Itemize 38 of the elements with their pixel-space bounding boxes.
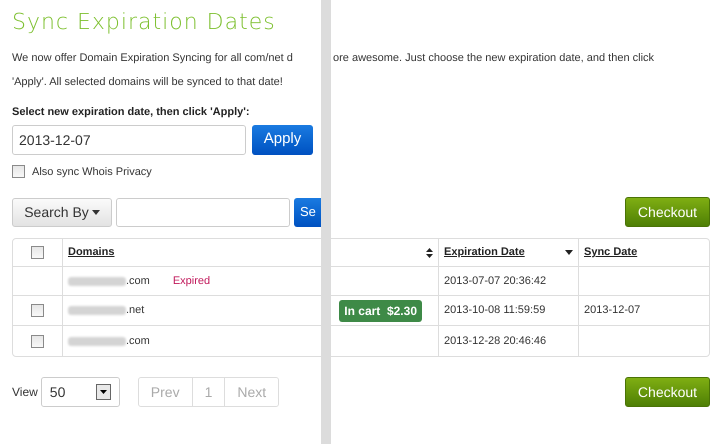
blurred-text bbox=[68, 306, 126, 315]
checkbox[interactable] bbox=[31, 246, 44, 259]
view-label: View bbox=[12, 384, 38, 401]
apply-button[interactable]: Apply bbox=[252, 124, 313, 154]
page-title: Sync Expiration Dates bbox=[12, 9, 277, 37]
column-header[interactable]: Expiration Date bbox=[444, 244, 525, 261]
sort-icon[interactable] bbox=[426, 248, 433, 258]
view-select[interactable]: 50 bbox=[40, 377, 120, 407]
date-label: Select new expiration date, then click 'Apply': bbox=[12, 105, 251, 120]
column-header[interactable]: Sync Date bbox=[584, 244, 638, 261]
blurred-text bbox=[68, 336, 126, 346]
checkout-button[interactable]: Checkout bbox=[625, 197, 710, 227]
intro-text: We now offer Domain Expiration Syncing for all com/net d bbox=[12, 51, 294, 66]
checkbox[interactable] bbox=[31, 304, 44, 317]
table-cell-text: 2013-12-28 20:46:46 bbox=[444, 334, 546, 349]
table-cell-text: 2013-10-08 11:59:59 bbox=[444, 303, 546, 318]
table-cell-text: 2013-12-07 bbox=[584, 303, 640, 318]
checkbox[interactable] bbox=[31, 334, 44, 348]
date-field[interactable]: 2013-12-07 bbox=[12, 124, 246, 154]
search-field[interactable] bbox=[116, 198, 290, 226]
caret-icon bbox=[92, 210, 100, 214]
search-button[interactable]: Se bbox=[294, 198, 321, 226]
intro-text: ore awesome. Just choose the new expiration date, and then click bbox=[333, 51, 654, 66]
sort-down-icon[interactable] bbox=[565, 250, 573, 255]
dropdown-icon[interactable] bbox=[96, 384, 111, 400]
search-by-dropdown[interactable]: Search By bbox=[12, 198, 112, 226]
status-label: Expired bbox=[172, 274, 210, 289]
privacy-label: Also sync Whois Privacy bbox=[32, 164, 152, 180]
blurred-text bbox=[68, 276, 126, 286]
in-cart-badge: In cart $2.30 bbox=[339, 300, 422, 322]
checkout-button[interactable]: Checkout bbox=[625, 377, 710, 407]
column-header[interactable]: Domains bbox=[68, 244, 114, 261]
domain-name: .com bbox=[126, 274, 150, 289]
domain-name: .com bbox=[126, 334, 150, 349]
checkbox[interactable] bbox=[12, 165, 25, 178]
intro-text: 'Apply'. All selected domains will be synced to that date! bbox=[12, 75, 284, 90]
table-cell-text: 2013-07-07 20:36:42 bbox=[444, 274, 546, 289]
domain-name: .net bbox=[126, 303, 144, 318]
